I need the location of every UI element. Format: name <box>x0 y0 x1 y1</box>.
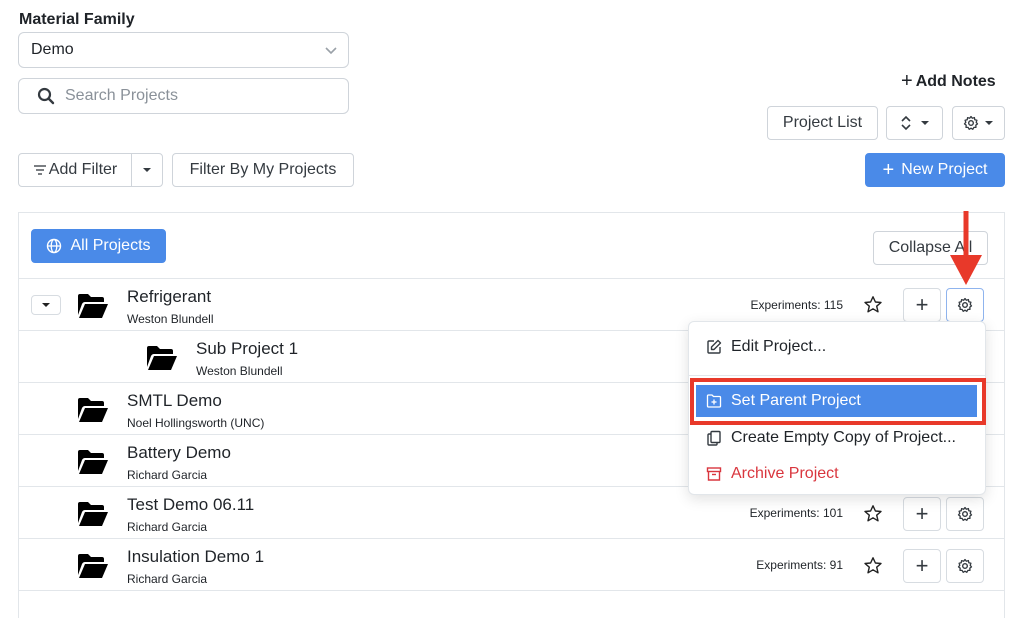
menu-item-set-parent-project[interactable]: Set Parent Project <box>696 385 977 417</box>
experiments-count: Experiments: 115 <box>750 298 844 312</box>
all-projects-button[interactable]: All Projects <box>31 229 166 263</box>
experiments-count: Experiments: 91 <box>756 558 843 572</box>
new-project-button[interactable]: + New Project <box>865 153 1005 187</box>
project-settings-button[interactable] <box>946 288 984 322</box>
menu-item-copy-project[interactable]: Create Empty Copy of Project... <box>689 422 985 454</box>
material-family-value: Demo <box>31 41 74 58</box>
gear-icon <box>957 297 973 313</box>
search-icon <box>37 87 55 105</box>
folder-open-icon <box>77 397 109 428</box>
collapse-toggle-button[interactable] <box>31 295 61 315</box>
menu-item-archive-project[interactable]: Archive Project <box>689 458 985 490</box>
search-input[interactable]: Search Projects <box>65 87 178 105</box>
add-subproject-button[interactable]: + <box>903 549 941 583</box>
folder-open-icon <box>77 553 109 584</box>
plus-icon: + <box>915 292 929 317</box>
add-notes-button[interactable]: + Add Notes <box>901 70 996 93</box>
material-family-select[interactable]: Demo <box>18 32 349 68</box>
gear-icon <box>957 506 973 522</box>
globe-icon <box>46 238 62 254</box>
material-family-label: Material Family <box>19 11 135 28</box>
menu-item-label: Archive Project <box>731 465 839 482</box>
project-name[interactable]: Battery Demo <box>127 443 231 463</box>
search-box[interactable]: Search Projects <box>18 78 349 114</box>
gear-icon <box>957 558 973 574</box>
gear-icon <box>963 115 979 131</box>
caret-down-icon <box>920 120 930 126</box>
settings-dropdown-button[interactable] <box>952 106 1005 140</box>
plus-icon: + <box>901 70 913 92</box>
table-row[interactable]: Insulation Demo 1 Richard Garcia Experim… <box>19 538 1004 590</box>
filter-my-projects-label: Filter By My Projects <box>189 161 337 178</box>
sort-dropdown-button[interactable] <box>886 106 943 140</box>
project-owner: Noel Hollingsworth (UNC) <box>127 416 265 430</box>
star-icon[interactable] <box>861 502 885 526</box>
project-list-button[interactable]: Project List <box>767 106 878 140</box>
plus-icon: + <box>915 501 929 526</box>
experiments-count: Experiments: 101 <box>749 506 843 520</box>
project-settings-button[interactable] <box>946 497 984 531</box>
project-name[interactable]: SMTL Demo <box>127 391 222 411</box>
menu-item-label: Set Parent Project <box>731 392 861 409</box>
annotation-arrow-icon <box>948 209 988 292</box>
add-subproject-button[interactable]: + <box>903 288 941 322</box>
caret-down-icon <box>142 167 152 173</box>
menu-item-edit-project[interactable]: Edit Project... <box>689 331 985 363</box>
copy-icon <box>705 429 723 447</box>
star-icon[interactable] <box>861 293 885 317</box>
filter-icon <box>33 164 47 176</box>
project-owner: Richard Garcia <box>127 520 208 534</box>
add-subproject-button[interactable]: + <box>903 497 941 531</box>
sort-icon <box>900 115 912 131</box>
menu-divider <box>689 375 985 376</box>
folder-open-icon <box>77 293 109 324</box>
project-name[interactable]: Refrigerant <box>127 287 211 307</box>
archive-icon <box>705 465 723 483</box>
folder-open-icon <box>77 501 109 532</box>
folder-open-icon <box>146 345 178 376</box>
project-name[interactable]: Test Demo 06.11 <box>127 495 254 515</box>
filter-my-projects-button[interactable]: Filter By My Projects <box>172 153 354 187</box>
project-list-label: Project List <box>782 114 863 131</box>
project-settings-button[interactable] <box>946 549 984 583</box>
plus-icon: + <box>915 553 929 578</box>
project-name[interactable]: Insulation Demo 1 <box>127 547 264 567</box>
menu-item-label: Create Empty Copy of Project... <box>731 429 956 446</box>
new-project-label: New Project <box>901 161 988 178</box>
project-owner: Weston Blundell <box>127 312 214 326</box>
menu-item-label: Edit Project... <box>731 338 827 355</box>
add-filter-dropdown-button[interactable] <box>131 153 163 187</box>
folder-plus-icon <box>705 392 723 410</box>
table-divider <box>19 590 1004 618</box>
project-context-menu: Edit Project... Set Parent Project Creat… <box>688 321 986 495</box>
project-name[interactable]: Sub Project 1 <box>196 339 298 359</box>
project-owner: Richard Garcia <box>127 468 208 482</box>
project-owner: Weston Blundell <box>196 364 283 378</box>
edit-icon <box>705 338 723 356</box>
add-filter-label: Add Filter <box>48 161 118 178</box>
star-icon[interactable] <box>861 554 885 578</box>
project-owner: Richard Garcia <box>127 572 208 586</box>
folder-open-icon <box>77 449 109 480</box>
plus-icon: + <box>882 158 895 181</box>
add-filter-button[interactable]: Add Filter <box>18 153 132 187</box>
add-notes-label: Add Notes <box>915 72 996 90</box>
caret-down-icon <box>984 120 994 126</box>
all-projects-label: All Projects <box>70 237 151 254</box>
chevron-down-icon <box>324 43 338 62</box>
